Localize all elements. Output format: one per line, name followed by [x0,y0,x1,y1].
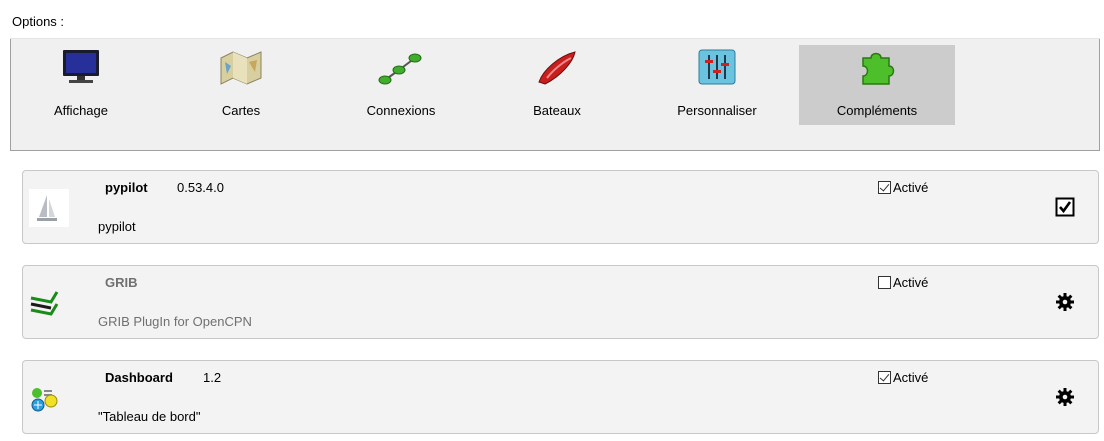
plugin-name: Dashboard [105,370,173,385]
plugin-enable-label: Activé [893,370,929,385]
plugin-panel-dashboard[interactable]: Dashboard 1.2 "Tableau de bord" Activé [22,360,1099,434]
grib-icon [29,284,69,322]
tab-affichage[interactable]: Affichage [33,45,129,125]
dashboard-icon [29,379,69,417]
tab-cartes[interactable]: Cartes [201,45,281,125]
plugin-version: 0.53.4.0 [177,180,224,195]
connections-icon [377,47,425,87]
boat-icon [533,47,581,87]
tab-bateaux[interactable]: Bateaux [517,45,597,125]
charts-icon [217,47,265,87]
tab-personnaliser[interactable]: Personnaliser [657,45,777,125]
tab-complements-label: Compléments [836,103,918,118]
plugin-enable-checkbox[interactable]: Activé [878,180,928,195]
tab-complements[interactable]: Compléments [799,45,955,125]
plugin-panel-pypilot[interactable]: pypilot 0.53.4.0 pypilot Activé [22,170,1099,244]
tab-connexions-label: Connexions [366,103,436,118]
tab-affichage-label: Affichage [54,103,108,118]
plugin-preferences-button[interactable] [1051,288,1079,316]
tab-bateaux-label: Bateaux [533,103,581,118]
plugin-description: pypilot [98,219,136,234]
plugin-enable-checkbox[interactable]: Activé [878,275,928,290]
plugin-enable-label: Activé [893,275,929,290]
plugin-enable-checkbox[interactable]: Activé [878,370,928,385]
plugin-description: "Tableau de bord" [98,409,201,424]
plugin-panel-grib[interactable]: GRIB GRIB PlugIn for OpenCPN Activé [22,265,1099,339]
checkbox-checked-icon [878,371,891,384]
tab-connexions[interactable]: Connexions [351,45,451,125]
plugin-preferences-button[interactable] [1051,193,1079,221]
tab-personnaliser-label: Personnaliser [677,103,757,118]
sliders-icon [693,47,741,87]
gear-icon [1056,293,1074,311]
plugin-description: GRIB PlugIn for OpenCPN [98,314,252,329]
puzzle-icon [853,47,901,87]
monitor-icon [57,47,105,87]
sailboat-icon [29,189,69,227]
plugin-enable-label: Activé [893,180,929,195]
checkbox-unchecked-icon [878,276,891,289]
checkbox-checked-icon [878,181,891,194]
plugin-version: 1.2 [203,370,222,385]
options-toolbar: Affichage Cartes Connexions Bateaux Pers… [10,39,1100,151]
checkbox-checked-icon [1055,197,1075,217]
plugin-name: GRIB [105,275,138,290]
options-label: Options : [12,14,65,29]
gear-icon [1056,388,1074,406]
tab-cartes-label: Cartes [221,103,261,118]
plugin-name: pypilot [105,180,148,195]
plugin-preferences-button[interactable] [1051,383,1079,411]
